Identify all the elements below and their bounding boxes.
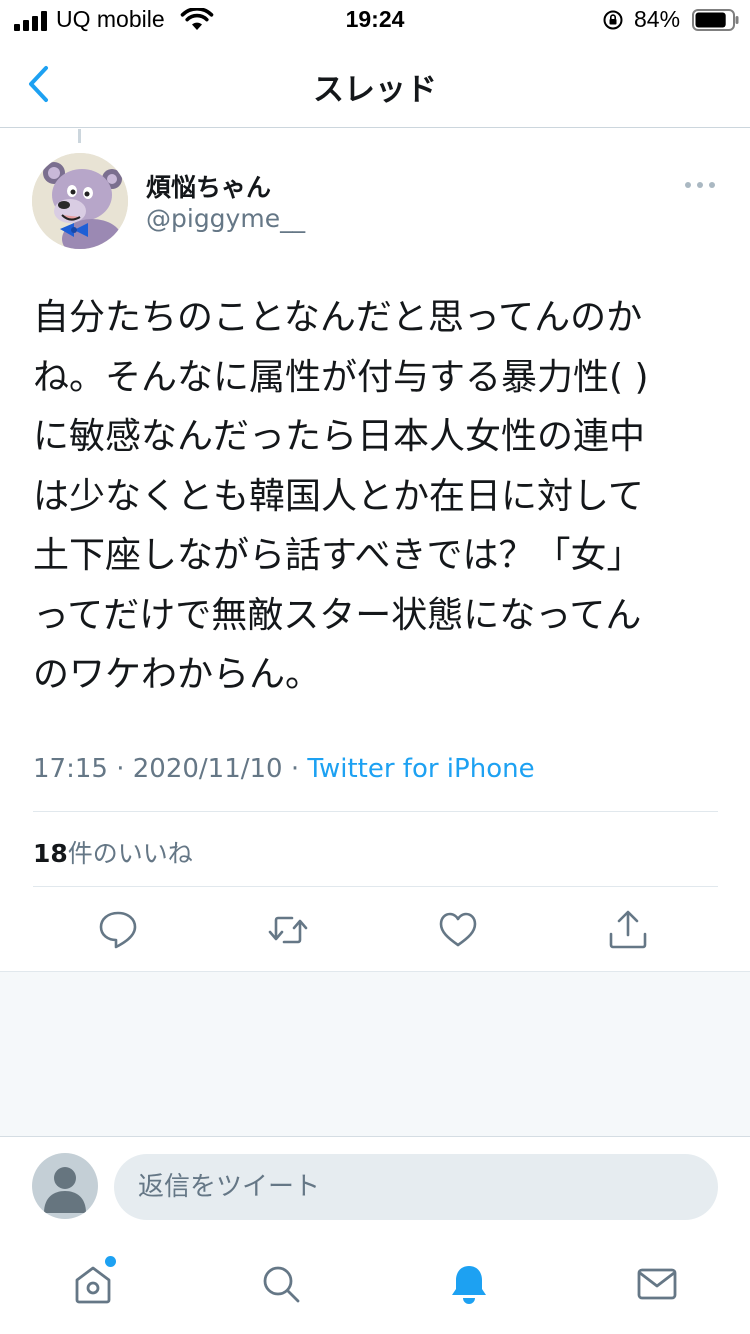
- thread-connector-line: [78, 129, 81, 143]
- tweet-body: 自分たちのことなんだと思ってんのか ね。そんなに属性が付与する暴力性( ) に敏…: [33, 297, 649, 695]
- likes-count: 18: [33, 839, 68, 868]
- meta-separator: ·: [282, 754, 308, 784]
- likes-label: 件のいいね: [67, 839, 193, 868]
- author-display-name[interactable]: 煩悩ちゃん: [146, 168, 271, 204]
- reply-input[interactable]: 返信をツイート: [114, 1154, 718, 1220]
- home-icon[interactable]: [71, 1262, 115, 1306]
- likes-summary[interactable]: 18件のいいね: [33, 834, 193, 870]
- like-icon[interactable]: [436, 908, 480, 952]
- default-profile-icon: [44, 1167, 86, 1213]
- share-icon[interactable]: [606, 908, 650, 952]
- tweet-date: 2020/11/10: [132, 754, 283, 784]
- reply-icon[interactable]: [96, 908, 140, 952]
- status-bar: UQ mobile 19:24 84%: [0, 0, 750, 42]
- more-options-icon[interactable]: [680, 170, 720, 200]
- author-handle[interactable]: @piggyme__: [146, 204, 305, 233]
- page-title: スレッド: [313, 72, 437, 108]
- retweet-icon[interactable]: [266, 908, 310, 952]
- meta-separator: ·: [107, 754, 133, 784]
- divider: [33, 886, 718, 887]
- author-avatar[interactable]: [32, 153, 128, 249]
- home-unread-badge: [105, 1256, 116, 1267]
- tweet-source-link[interactable]: Twitter for iPhone: [307, 754, 534, 784]
- navigation-bar: スレッド: [0, 42, 750, 128]
- notifications-icon[interactable]: [447, 1262, 491, 1306]
- messages-icon[interactable]: [635, 1262, 679, 1306]
- search-icon[interactable]: [259, 1262, 303, 1306]
- divider: [33, 811, 718, 812]
- empty-replies-area: [0, 971, 750, 1137]
- tweet-metadata: 17:15 · 2020/11/10 · Twitter for iPhone: [33, 754, 535, 784]
- battery-percentage: 84%: [634, 6, 681, 32]
- orientation-lock-icon: [603, 10, 623, 30]
- bear-avatar-image: [32, 153, 128, 249]
- tweet-time: 17:15: [33, 754, 108, 784]
- battery-icon: [692, 9, 739, 31]
- current-user-avatar[interactable]: [32, 1153, 98, 1219]
